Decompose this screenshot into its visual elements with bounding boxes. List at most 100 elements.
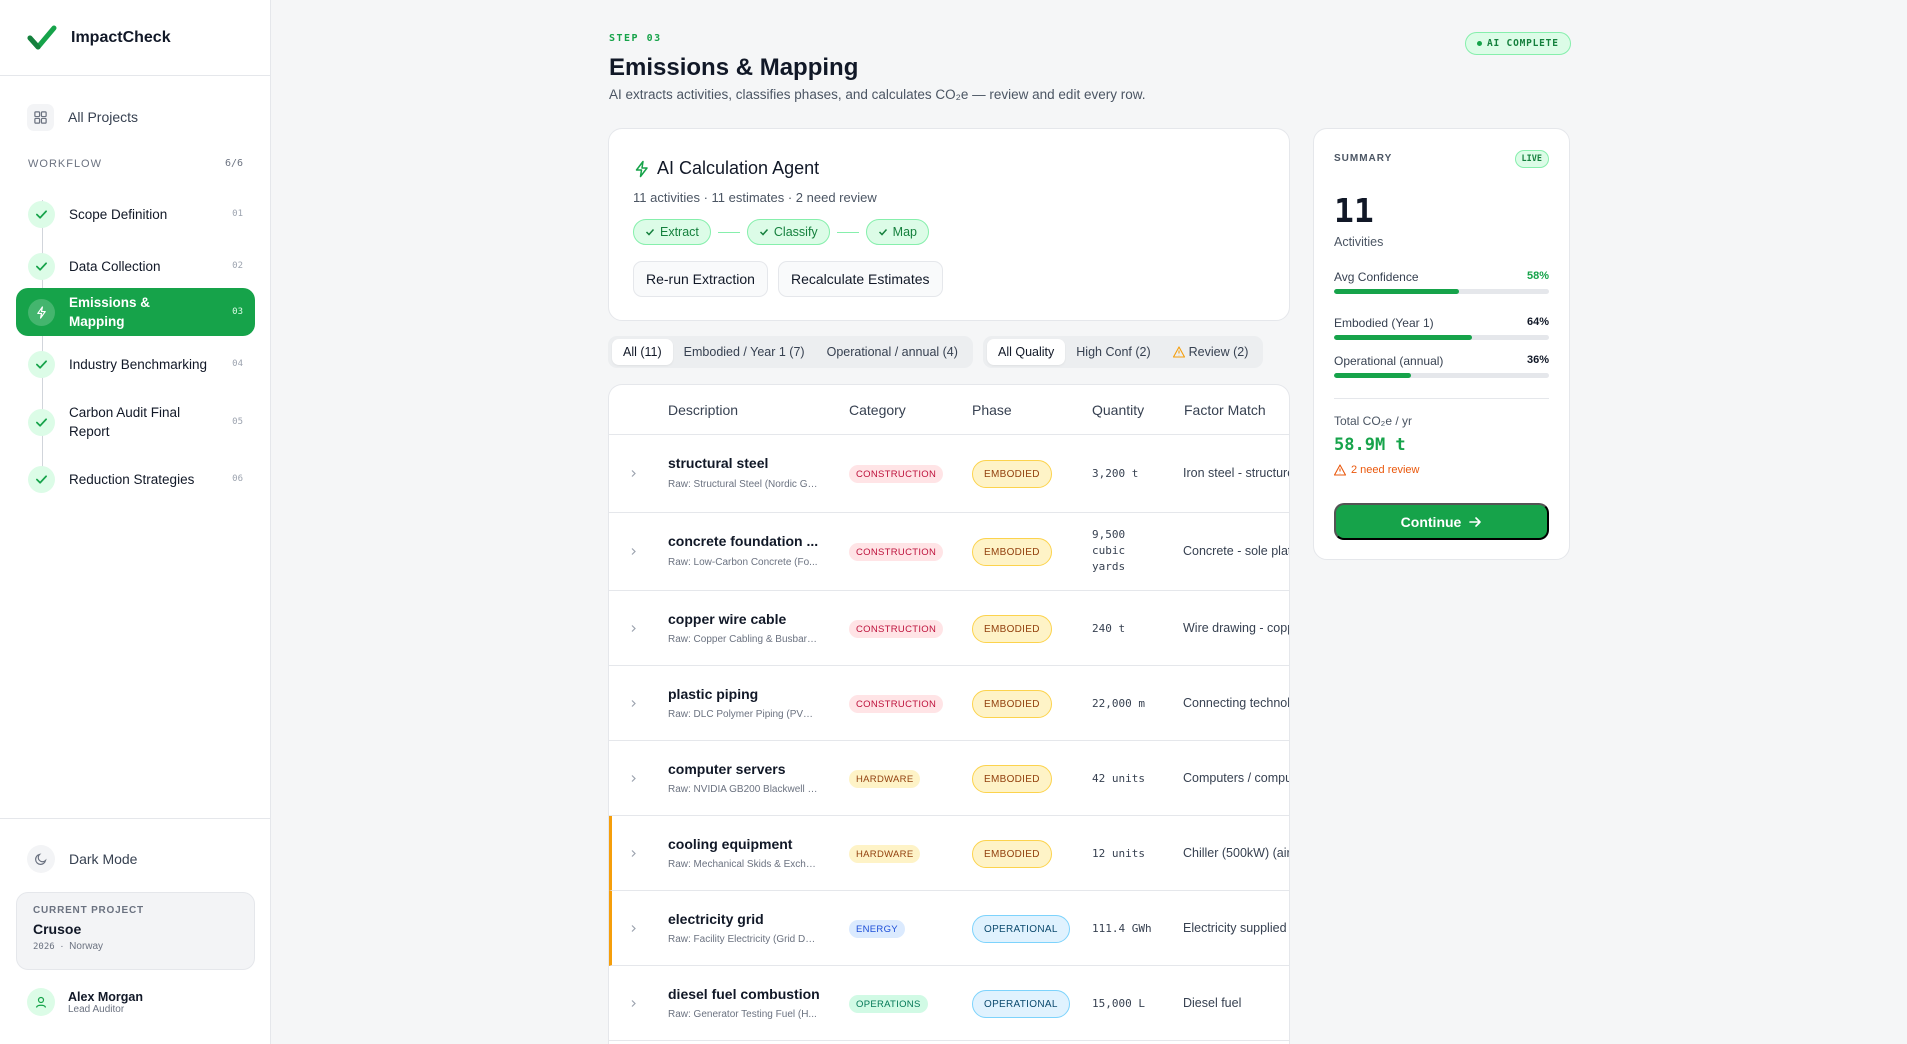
user-name: Alex Morgan bbox=[68, 989, 144, 1004]
chevron-right-icon[interactable] bbox=[629, 699, 638, 708]
filter-review[interactable]: Review (2) bbox=[1162, 339, 1260, 365]
user-avatar-icon bbox=[27, 988, 55, 1016]
col-description[interactable]: Description bbox=[668, 402, 738, 418]
chevron-right-icon[interactable] bbox=[629, 924, 638, 933]
row-description: concrete foundation ... bbox=[668, 533, 819, 549]
embodied-bar bbox=[1334, 335, 1549, 340]
row-raw: Raw: Copper Cabling & Busbars... bbox=[668, 634, 818, 645]
avg-confidence-bar bbox=[1334, 289, 1549, 294]
category-badge: CONSTRUCTION bbox=[849, 620, 944, 638]
operational-label: Operational (annual) bbox=[1334, 354, 1444, 368]
pipeline-connector bbox=[717, 231, 740, 233]
table-row[interactable]: plastic piping Raw: DLC Polymer Piping (… bbox=[609, 666, 1289, 741]
avg-confidence-metric: Avg Confidence 58% bbox=[1334, 270, 1549, 294]
summary-card: SUMMARY LIVE 11 Activities Avg Confidenc… bbox=[1313, 128, 1570, 560]
col-quantity[interactable]: Quantity bbox=[1092, 402, 1144, 418]
table-row[interactable]: concrete foundation ... Raw: Low-Carbon … bbox=[609, 513, 1289, 591]
table-row[interactable]: structural steel Raw: Structural Steel (… bbox=[609, 435, 1289, 513]
chevron-right-icon[interactable] bbox=[629, 624, 638, 633]
recalculate-estimates-button[interactable]: Recalculate Estimates bbox=[778, 261, 943, 297]
step-industry-benchmarking[interactable]: Industry Benchmarking 04 bbox=[16, 344, 255, 384]
row-description: plastic piping bbox=[668, 686, 759, 702]
phase-badge: EMBODIED bbox=[972, 460, 1052, 488]
agent-meta: 11 activities · 11 estimates · 2 need re… bbox=[633, 190, 877, 205]
avg-confidence-fill bbox=[1334, 289, 1459, 294]
app-name: ImpactCheck bbox=[71, 28, 171, 46]
row-factor-match: Chiller (500kW) (air c bbox=[1183, 846, 1290, 860]
row-factor-match: Electricity supplied f bbox=[1183, 921, 1290, 935]
pipeline-classify: Classify bbox=[746, 219, 830, 245]
pipeline-classify-label: Classify bbox=[773, 225, 818, 239]
review-warning[interactable]: 2 need review bbox=[1334, 464, 1420, 476]
continue-button[interactable]: Continue bbox=[1334, 503, 1549, 540]
operational-fill bbox=[1334, 373, 1412, 378]
chevron-right-icon[interactable] bbox=[629, 469, 638, 478]
step-reduction-strategies[interactable]: Reduction Strategies 06 bbox=[16, 459, 255, 499]
nav-all-projects[interactable]: All Projects bbox=[16, 100, 254, 134]
filter-all-quality[interactable]: All Quality bbox=[987, 339, 1066, 365]
nav-all-projects-label: All Projects bbox=[68, 109, 139, 125]
project-year: 2026 bbox=[33, 942, 55, 952]
row-raw: Raw: Generator Testing Fuel (H... bbox=[668, 1009, 817, 1020]
pipeline-extract: Extract bbox=[633, 219, 711, 245]
chevron-right-icon[interactable] bbox=[629, 547, 638, 556]
step-label: Carbon Audit Final Report bbox=[69, 405, 181, 439]
moon-icon bbox=[27, 845, 55, 873]
row-factor-match: Diesel fuel bbox=[1183, 996, 1242, 1010]
sidebar-divider bbox=[0, 818, 270, 819]
table-row-flagged[interactable]: cooling equipment Raw: Mechanical Skids … bbox=[609, 816, 1289, 891]
col-factor-match[interactable]: Factor Match bbox=[1184, 402, 1266, 418]
total-co2e-value: 58.9M t bbox=[1334, 435, 1406, 455]
total-co2e-label: Total CO₂e / yr bbox=[1334, 414, 1413, 428]
col-category[interactable]: Category bbox=[849, 402, 906, 418]
row-quantity: 42 units bbox=[1092, 772, 1145, 785]
rerun-extraction-button[interactable]: Re-run Extraction bbox=[633, 261, 768, 297]
row-factor-match: Concrete - sole plate bbox=[1183, 544, 1290, 558]
table-row[interactable]: copper wire cable Raw: Copper Cabling & … bbox=[609, 591, 1289, 666]
filter-embodied[interactable]: Embodied / Year 1 (7) bbox=[673, 339, 816, 365]
category-badge: CONSTRUCTION bbox=[849, 465, 944, 483]
table-row-flagged[interactable]: electricity grid Raw: Facility Electrici… bbox=[609, 891, 1289, 966]
arrow-right-icon bbox=[1469, 516, 1482, 527]
row-description: computer servers bbox=[668, 761, 786, 777]
category-badge: HARDWARE bbox=[849, 770, 921, 788]
filter-high-conf[interactable]: High Conf (2) bbox=[1065, 339, 1161, 365]
current-project-card[interactable]: CURRENT PROJECT Crusoe 2026 · Norway bbox=[16, 892, 255, 970]
step-scope-definition[interactable]: Scope Definition 01 bbox=[16, 194, 255, 234]
step-number: 04 bbox=[232, 359, 243, 369]
col-phase[interactable]: Phase bbox=[972, 402, 1012, 418]
step-data-collection[interactable]: Data Collection 02 bbox=[16, 246, 255, 286]
summary-title: SUMMARY bbox=[1334, 153, 1393, 164]
row-quantity: 22,000 m bbox=[1092, 697, 1145, 710]
chevron-right-icon[interactable] bbox=[629, 849, 638, 858]
dark-mode-toggle[interactable]: Dark Mode bbox=[27, 845, 137, 873]
embodied-fill bbox=[1334, 335, 1472, 340]
status-dot bbox=[1477, 41, 1482, 46]
dark-mode-label: Dark Mode bbox=[69, 851, 138, 867]
filter-operational[interactable]: Operational / annual (4) bbox=[816, 339, 969, 365]
row-raw: Raw: Facility Electricity (Grid Dra... bbox=[668, 934, 818, 945]
table-row[interactable]: diesel fuel combustion Raw: Generator Te… bbox=[609, 966, 1289, 1041]
workflow-count: 6/6 bbox=[224, 158, 243, 169]
step-label: Emissions & Mapping bbox=[69, 295, 151, 329]
step-carbon-audit-final-report[interactable]: Carbon Audit Final Report 05 bbox=[16, 400, 255, 444]
warning-icon bbox=[1172, 346, 1185, 358]
row-factor-match: Wire drawing - copp bbox=[1183, 621, 1290, 635]
step-emissions-mapping[interactable]: Emissions & Mapping 03 bbox=[16, 288, 255, 336]
page-subtitle: AI extracts activities, classifies phase… bbox=[609, 87, 1146, 102]
filter-all[interactable]: All (11) bbox=[612, 339, 673, 365]
chevron-right-icon[interactable] bbox=[629, 774, 638, 783]
step-number: 05 bbox=[232, 417, 243, 427]
lightning-icon bbox=[28, 298, 55, 326]
current-project-name: Crusoe bbox=[33, 921, 82, 937]
row-description: cooling equipment bbox=[668, 836, 793, 852]
ai-complete-badge: AI COMPLETE bbox=[1465, 32, 1571, 55]
brand[interactable]: ImpactCheck bbox=[0, 0, 270, 76]
chevron-right-icon[interactable] bbox=[629, 999, 638, 1008]
activities-count: 11 bbox=[1334, 191, 1374, 230]
row-quantity: 15,000 L bbox=[1092, 997, 1145, 1010]
user-profile[interactable]: Alex Morgan Lead Auditor bbox=[27, 988, 143, 1016]
table-row[interactable]: computer servers Raw: NVIDIA GB200 Black… bbox=[609, 741, 1289, 816]
page-title: Emissions & Mapping bbox=[609, 54, 859, 81]
check-icon bbox=[645, 228, 655, 236]
